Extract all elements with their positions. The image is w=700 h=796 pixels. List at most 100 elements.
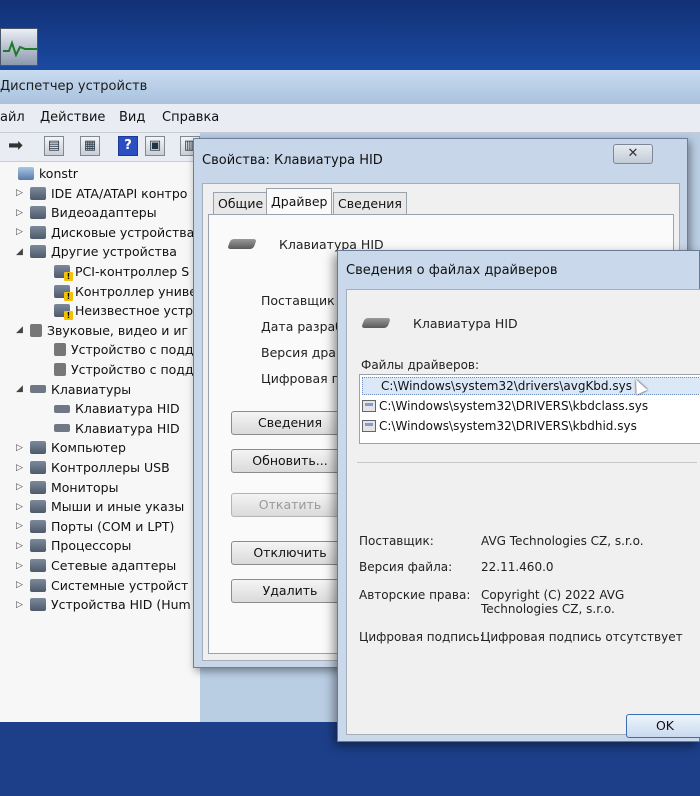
resource-monitor-icon[interactable] — [0, 28, 38, 66]
tree-item-label: Звуковые, видео и иг — [47, 322, 189, 338]
tree-item[interactable]: ▷ Дисковые устройства — [16, 223, 194, 242]
expand-arrow-icon[interactable]: ▷ — [16, 561, 26, 571]
file-path: C:\Windows\system32\DRIVERS\kbdhid.sys — [379, 419, 637, 433]
unknown-device-warning-icon — [54, 284, 73, 301]
tree-item[interactable]: ▷ Порты (COM и LPT) — [16, 517, 174, 536]
unknown-device-warning-icon — [54, 304, 73, 321]
tree-item-label: Мыши и иные указы — [51, 499, 185, 515]
tree-item[interactable]: ▷ Видеоадаптеры — [16, 203, 157, 222]
expand-arrow-icon[interactable]: ▷ — [16, 188, 26, 198]
keyboard-icon — [227, 239, 257, 249]
toolbar: ➡ ▤ ▦ ? ▣ ▥ — [0, 133, 200, 162]
tree-item[interactable]: ▷ Контроллеры USB — [16, 458, 170, 477]
collapse-arrow-icon[interactable]: ◢ — [16, 325, 26, 335]
tree-item-label: Клавиатура HID — [75, 401, 180, 417]
tree-item-label: PCI-контроллер S — [75, 264, 190, 279]
file-path: C:\Windows\system32\DRIVERS\kbdclass.sys — [379, 399, 649, 413]
other-devices-icon — [30, 245, 46, 259]
help-icon[interactable]: ? — [118, 136, 138, 156]
processor-icon — [30, 539, 46, 553]
properties-dialog-title: Свойства: Клавиатура HID — [202, 153, 383, 168]
tree-item-label: Видеоадаптеры — [51, 205, 157, 221]
tree-item[interactable]: ▷ Мыши и иные указы — [16, 497, 184, 516]
copyright-value: Copyright (C) 2022 AVG Technologies CZ, … — [481, 588, 625, 616]
desktop-background — [0, 0, 700, 70]
expand-arrow-icon[interactable]: ▷ — [16, 482, 26, 492]
tree-item[interactable]: konstr — [4, 164, 78, 183]
menu-view[interactable]: Вид — [119, 110, 145, 125]
ok-button[interactable]: OK — [626, 714, 700, 738]
forward-arrow-icon[interactable]: ➡ — [8, 135, 23, 156]
uninstall-button[interactable]: Удалить — [231, 579, 349, 603]
disable-button[interactable]: Отключить — [231, 541, 349, 565]
tree-item[interactable]: ◢ Звуковые, видео и иг — [16, 321, 188, 340]
tab-general[interactable]: Общие — [213, 192, 269, 214]
expand-arrow-icon[interactable]: ▷ — [16, 502, 26, 512]
tab-details[interactable]: Сведения — [333, 192, 407, 214]
update-driver-button[interactable]: Обновить... — [231, 449, 349, 473]
expand-arrow-icon[interactable]: ▷ — [16, 600, 26, 610]
collapse-arrow-icon[interactable]: ◢ — [16, 384, 26, 394]
tree-item[interactable]: Неизвестное устр — [40, 301, 193, 321]
tree-item[interactable]: ◢ Клавиатуры — [16, 380, 131, 399]
driver-files-body: Клавиатура HID Файлы драйверов: C:\Windo… — [346, 289, 700, 738]
properties-icon[interactable]: ▦ — [80, 136, 100, 156]
tree-item-label: Устройство с подд — [71, 362, 194, 377]
file-row[interactable]: C:\Windows\system32\drivers\avgKbd.sys — [362, 377, 700, 395]
tree-item-label: Компьютер — [51, 440, 126, 456]
menu-action[interactable]: Действие — [40, 110, 105, 125]
system-file-icon — [362, 400, 376, 412]
rollback-button[interactable]: Откатить — [231, 493, 349, 517]
tree-item[interactable]: PCI-контроллер S — [40, 262, 189, 281]
expand-arrow-icon[interactable]: ▷ — [16, 208, 26, 218]
provider-value: AVG Technologies CZ, s.r.o. — [481, 534, 644, 548]
tree-item-label: Контроллеры USB — [51, 460, 170, 475]
expand-arrow-icon[interactable]: ▷ — [16, 463, 26, 473]
tree-item[interactable]: ▷ Процессоры — [16, 536, 131, 555]
computer-icon — [30, 441, 46, 455]
device-manager-titlebar[interactable]: Диспетчер устройств — [0, 70, 700, 104]
provider-label: Поставщик д — [261, 293, 348, 308]
expand-arrow-icon[interactable]: ▷ — [16, 443, 26, 453]
menu-file[interactable]: айл — [0, 110, 25, 125]
signature-label: Цифровая подпись: — [359, 630, 484, 644]
tree-item-label: Процессоры — [51, 538, 132, 554]
tree-item[interactable]: Устройство с подд — [40, 340, 194, 359]
tree-item-label: konstr — [39, 166, 78, 181]
tree-item-label: Клавиатуры — [51, 381, 132, 397]
tree-item-label: Другие устройства — [51, 244, 177, 260]
keyboard-icon — [30, 385, 46, 394]
tree-item[interactable]: ▷ Мониторы — [16, 478, 118, 497]
tab-driver[interactable]: Драйвер — [266, 188, 333, 215]
expand-arrow-icon[interactable]: ▷ — [16, 227, 26, 237]
expand-arrow-icon[interactable]: ▷ — [16, 541, 26, 551]
ide-controller-icon — [30, 186, 46, 200]
file-version-value: 22.11.460.0 — [481, 560, 554, 574]
file-row[interactable]: C:\Windows\system32\DRIVERS\kbdclass.sys — [362, 397, 700, 415]
device-name: Клавиатура HID — [413, 316, 518, 331]
tree-item[interactable]: Клавиатура HID — [40, 419, 180, 438]
tree-item[interactable]: ▷ Системные устройст — [16, 576, 188, 595]
unknown-device-warning-icon — [54, 265, 73, 281]
expand-arrow-icon[interactable]: ▷ — [16, 580, 26, 590]
tree-item[interactable]: Устройство с подд — [40, 360, 194, 379]
tree-item[interactable]: ◢ Другие устройства — [16, 242, 177, 261]
show-hidden-icon[interactable]: ▣ — [145, 136, 165, 156]
tree-item[interactable]: Контроллер униве — [40, 282, 197, 301]
tree-item[interactable]: ▷ IDE ATA/ATAPI контро — [16, 184, 187, 203]
network-adapter-icon — [30, 559, 46, 572]
tree-item[interactable]: ▷ Сетевые адаптеры — [16, 556, 176, 575]
collapse-arrow-icon[interactable]: ◢ — [16, 247, 26, 257]
keyboard-icon — [361, 318, 391, 328]
tree-item[interactable]: Клавиатура HID — [40, 399, 180, 418]
driver-details-button[interactable]: Сведения — [231, 411, 349, 435]
port-icon — [30, 519, 46, 533]
close-button[interactable]: ✕ — [613, 144, 653, 164]
file-row[interactable]: C:\Windows\system32\DRIVERS\kbdhid.sys — [362, 417, 700, 435]
tree-view-icon[interactable]: ▤ — [44, 136, 64, 156]
expand-arrow-icon[interactable]: ▷ — [16, 521, 26, 531]
tree-item[interactable]: ▷ Устройства HID (Hum — [16, 595, 191, 614]
menu-help[interactable]: Справка — [162, 110, 219, 125]
speaker-icon — [54, 363, 66, 376]
tree-item[interactable]: ▷ Компьютер — [16, 438, 126, 457]
